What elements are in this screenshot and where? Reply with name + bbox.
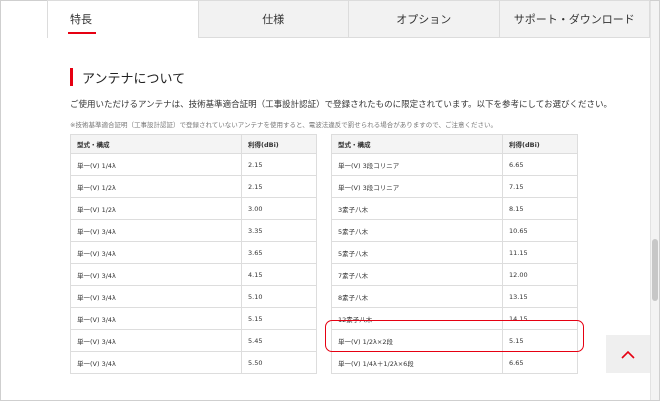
cell-gain: 3.35 <box>241 219 317 242</box>
table-row: 単一(V) 3/4λ 5.15 <box>70 307 317 330</box>
tab-label: 仕様 <box>262 13 285 26</box>
cell-type: 単一(V) 1/2λ <box>70 197 242 220</box>
cell-gain: 3.00 <box>241 197 317 220</box>
cell-type: 単一(V) 3/4λ <box>70 285 242 308</box>
cell-type: 8素子八木 <box>331 285 503 308</box>
cell-gain: 5.15 <box>241 307 317 330</box>
table-header-row: 型式・構成 利得(dBi) <box>70 134 317 154</box>
cell-type: 5素子八木 <box>331 241 503 264</box>
table-row: 単一(V) 3/4λ 5.10 <box>70 285 317 308</box>
cell-gain: 5.45 <box>241 329 317 352</box>
cell-gain: 3.65 <box>241 241 317 264</box>
table-row: 単一(V) 1/4λ＋1/2λ×6段 6.65 <box>331 351 578 374</box>
cell-gain: 2.15 <box>241 153 317 176</box>
cell-type: 単一(V) 1/4λ＋1/2λ×6段 <box>331 351 503 374</box>
section-description: ご使用いただけるアンテナは、技術基準適合証明（工事設計認証）で登録されたものに限… <box>70 100 613 110</box>
cell-gain: 10.65 <box>502 219 578 242</box>
cell-type: 3素子八木 <box>331 197 503 220</box>
tab-label: サポート・ダウンロード <box>513 13 635 26</box>
tab-label: オプション <box>396 13 452 26</box>
table-row: 8素子八木 13.15 <box>331 285 578 308</box>
table-row: 単一(V) 3段コリニア 6.65 <box>331 153 578 176</box>
column-header-type: 型式・構成 <box>331 134 503 154</box>
scrollbar[interactable] <box>650 1 659 400</box>
table-row: 単一(V) 1/4λ 2.15 <box>70 153 317 176</box>
cell-gain: 5.10 <box>241 285 317 308</box>
cell-gain: 6.65 <box>502 153 578 176</box>
table-row: 単一(V) 3/4λ 3.35 <box>70 219 317 242</box>
chevron-up-icon <box>621 350 635 359</box>
tab-specifications[interactable]: 仕様 <box>198 0 349 38</box>
tab-support-download[interactable]: サポート・ダウンロード <box>499 0 650 38</box>
scrollbar-thumb[interactable] <box>652 239 658 301</box>
cell-gain: 12.00 <box>502 263 578 286</box>
section-title: アンテナについて <box>82 71 186 87</box>
cell-gain: 8.15 <box>502 197 578 220</box>
cell-type: 単一(V) 3/4λ <box>70 263 242 286</box>
table-header-row: 型式・構成 利得(dBi) <box>331 134 578 154</box>
tab-label-active[interactable]: 特長 <box>70 11 92 27</box>
cell-type: 単一(V) 3段コリニア <box>331 175 503 198</box>
table-row: 単一(V) 3/4λ 5.50 <box>70 351 317 374</box>
antenna-table-left: 型式・構成 利得(dBi) 単一(V) 1/4λ 2.15 単一(V) 1/2λ 2… <box>70 134 317 374</box>
section-heading: アンテナについて <box>70 68 186 87</box>
cell-type: 7素子八木 <box>331 263 503 286</box>
table-row: 単一(V) 3/4λ 4.15 <box>70 263 317 286</box>
cell-gain: 11.15 <box>502 241 578 264</box>
cell-gain: 2.15 <box>241 175 317 198</box>
tab-bar: 仕様 オプション サポート・ダウンロード <box>47 0 650 38</box>
table-row: 5素子八木 10.65 <box>331 219 578 242</box>
table-row: 単一(V) 3/4λ 5.45 <box>70 329 317 352</box>
heading-accent-bar <box>70 68 73 86</box>
highlight-annotation <box>325 320 584 352</box>
cell-type: 単一(V) 3段コリニア <box>331 153 503 176</box>
section-note: ※技術基準適合証明（工事設計認証）で登録されていないアンテナを使用すると、電波法… <box>70 121 497 129</box>
cell-type: 単一(V) 3/4λ <box>70 351 242 374</box>
table-row: 7素子八木 12.00 <box>331 263 578 286</box>
cell-type: 単一(V) 3/4λ <box>70 241 242 264</box>
cell-type: 5素子八木 <box>331 219 503 242</box>
cell-gain: 4.15 <box>241 263 317 286</box>
cell-type: 単一(V) 3/4λ <box>70 307 242 330</box>
table-row: 単一(V) 1/2λ 3.00 <box>70 197 317 220</box>
cell-type: 単一(V) 1/2λ <box>70 175 242 198</box>
cell-gain: 13.15 <box>502 285 578 308</box>
back-to-top-button[interactable] <box>606 335 650 373</box>
cell-gain: 5.50 <box>241 351 317 374</box>
table-row: 単一(V) 3段コリニア 7.15 <box>331 175 578 198</box>
column-header-gain: 利得(dBi) <box>502 134 578 154</box>
cell-type: 単一(V) 3/4λ <box>70 219 242 242</box>
tab-options[interactable]: オプション <box>349 0 500 38</box>
table-row: 単一(V) 1/2λ 2.15 <box>70 175 317 198</box>
table-row: 5素子八木 11.15 <box>331 241 578 264</box>
cell-gain: 6.65 <box>502 351 578 374</box>
table-row: 3素子八木 8.15 <box>331 197 578 220</box>
table-row: 単一(V) 3/4λ 3.65 <box>70 241 317 264</box>
column-header-type: 型式・構成 <box>70 134 242 154</box>
cell-gain: 7.15 <box>502 175 578 198</box>
column-header-gain: 利得(dBi) <box>241 134 317 154</box>
active-tab-indicator <box>68 32 96 34</box>
cell-type: 単一(V) 1/4λ <box>70 153 242 176</box>
cell-type: 単一(V) 3/4λ <box>70 329 242 352</box>
